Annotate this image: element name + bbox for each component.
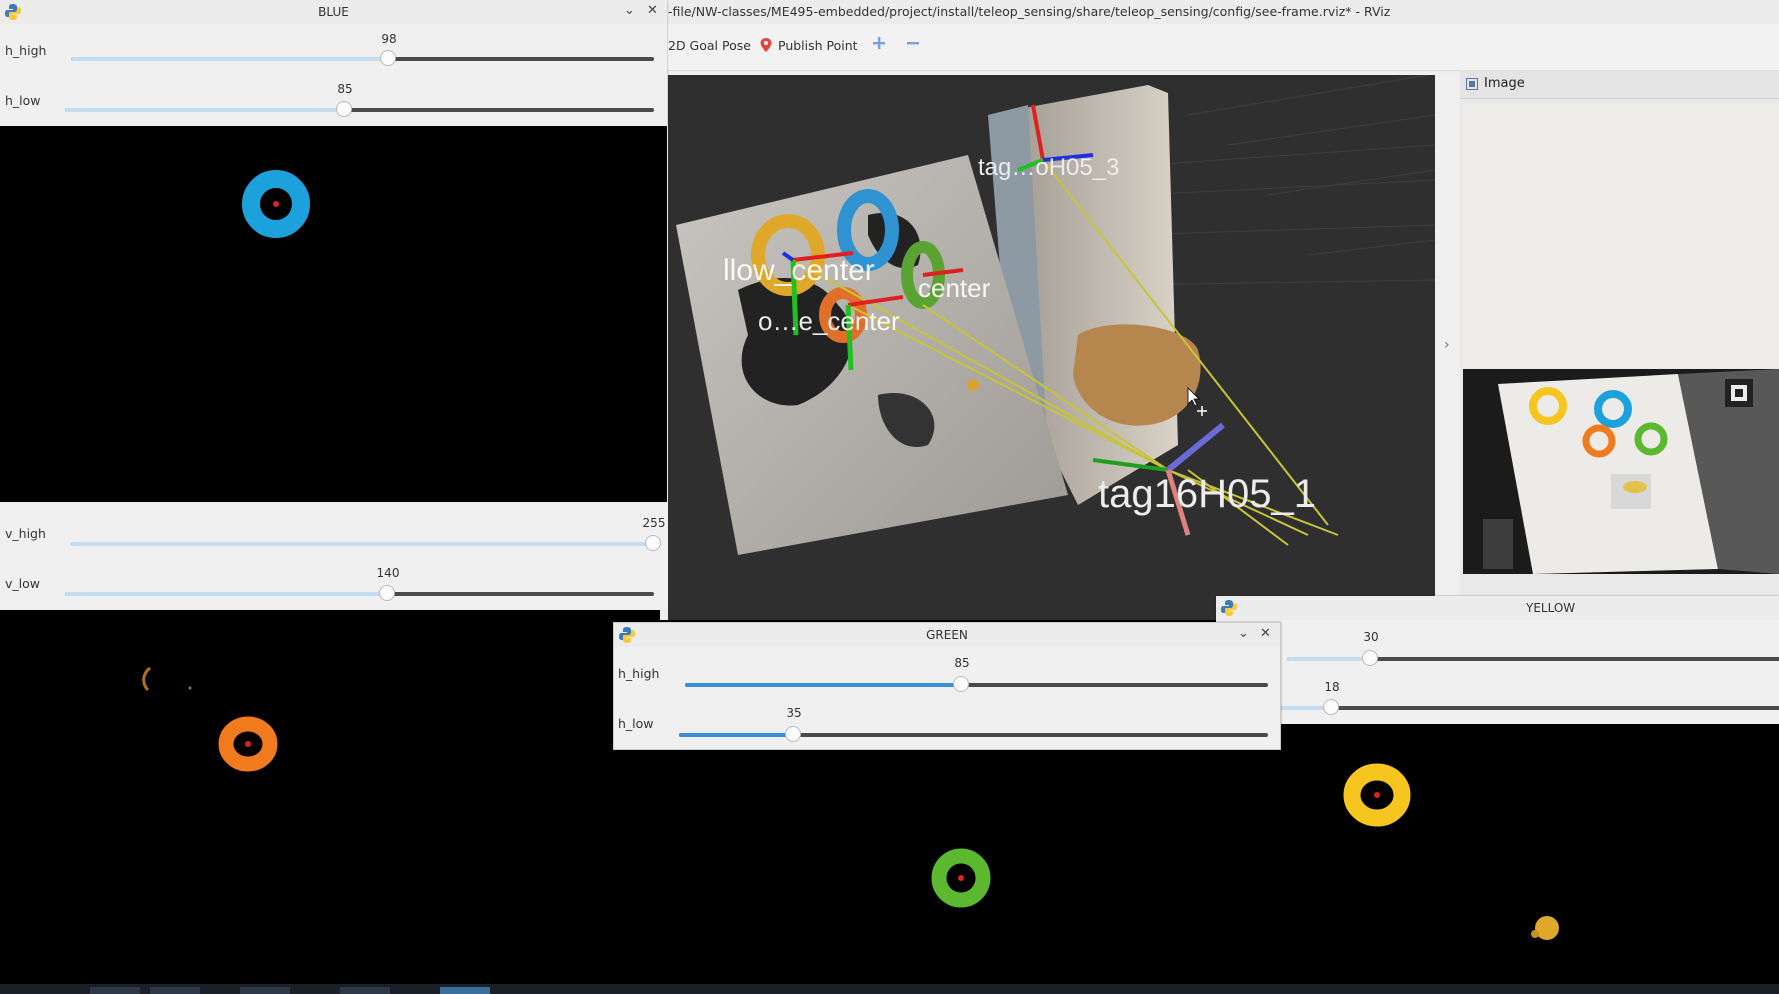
tag1-frame-label: tag16H05_1 (1098, 472, 1316, 516)
h-low-value: 85 (337, 82, 353, 96)
mouse-cursor-icon (1187, 387, 1207, 416)
orange-ring-detection (218, 716, 278, 772)
camera-image-view (1463, 369, 1779, 574)
h-low-slider[interactable] (65, 101, 654, 117)
yellow-noise-blob (1531, 916, 1559, 940)
green-h-low-slider-fill (679, 733, 794, 737)
blue-window-title-bar: BLUE (0, 0, 667, 24)
green-window-title: GREEN (926, 628, 968, 642)
green-h-high-slider-thumb[interactable] (953, 676, 969, 692)
green-h-high-value: 85 (954, 656, 970, 670)
h-high-value: 98 (381, 32, 397, 46)
yellow-h-low-slider-thumb[interactable] (1323, 699, 1339, 715)
taskbar-item[interactable] (340, 987, 390, 994)
v-high-slider-fill (71, 542, 654, 546)
zoom-minus-icon[interactable] (906, 36, 920, 53)
h-high-slider-thumb[interactable] (380, 50, 396, 66)
rviz-window: -file/NW-classes/ME495-embedded/project/… (660, 0, 1779, 620)
green-h-high-label: h_high (618, 666, 660, 681)
v-low-slider-fill (65, 592, 388, 596)
chevron-down-icon[interactable]: ⌄ (624, 3, 635, 18)
green-h-high-slider[interactable] (685, 676, 1268, 692)
chevron-down-icon[interactable]: ⌄ (1238, 626, 1249, 641)
yellow-window-title: YELLOW (1526, 601, 1576, 615)
publish-point-pin-icon (760, 38, 772, 52)
blue-trackbar-window: BLUE ⌄ ✕ h_high 98 h_low 85 (0, 0, 667, 126)
close-icon[interactable]: ✕ (647, 3, 658, 18)
rviz-3d-viewport[interactable]: tag…oH05_3 llow_center center o…e_center… (668, 75, 1435, 620)
yellow-center-frame-label: llow_center (723, 254, 875, 287)
v-high-slider[interactable] (71, 535, 661, 551)
h-low-slider-fill (65, 108, 345, 112)
yellow-h-high-value: 30 (1363, 630, 1379, 644)
orange-noise-speck (142, 666, 192, 692)
h-high-slider[interactable] (71, 50, 654, 66)
green-trackbar-window: GREEN ⌄ ✕ h_high 85 h_low 35 (613, 622, 1281, 750)
h-high-label: h_high (5, 43, 47, 58)
yellow-h-high-slider-thumb[interactable] (1362, 650, 1378, 666)
rviz-title-text: -file/NW-classes/ME495-embedded/project/… (668, 4, 1391, 19)
green-h-low-slider[interactable] (679, 726, 1268, 742)
collapse-arrow-icon[interactable]: › (1444, 337, 1450, 353)
orange-center-frame-label: o…e_center (758, 306, 900, 336)
v-high-value: 255 (642, 516, 666, 530)
green-h-high-slider-fill (685, 683, 962, 687)
taskbar-item-active[interactable] (440, 987, 490, 994)
taskbar-item[interactable] (150, 987, 200, 994)
green-center-frame-label: center (918, 273, 991, 303)
python-logo-icon (1221, 600, 1237, 616)
v-low-label: v_low (5, 576, 40, 591)
green-h-low-slider-thumb[interactable] (785, 726, 801, 742)
python-logo-icon (619, 627, 635, 643)
yellow-h-high-slider[interactable] (1287, 650, 1779, 666)
image-display-panel: Image (1460, 70, 1779, 620)
yellow-h-low-value: 18 (1324, 680, 1340, 694)
blue-window-title: BLUE (318, 5, 349, 19)
goal-pose-tool-button[interactable]: 2D Goal Pose (668, 38, 751, 53)
v-low-slider-thumb[interactable] (379, 585, 395, 601)
green-ring-detection (931, 848, 991, 908)
python-logo-icon (5, 4, 21, 20)
yellow-ring-detection (1343, 763, 1411, 827)
v-low-slider[interactable] (65, 585, 654, 601)
image-panel-header: Image (1460, 70, 1779, 99)
green-h-low-label: h_low (618, 716, 654, 731)
rviz-toolbar: 2D Goal Pose Publish Point (660, 24, 1779, 71)
v-low-value: 140 (376, 566, 400, 580)
zoom-plus-icon[interactable] (872, 36, 886, 53)
blue-ring-detection (242, 170, 310, 238)
publish-point-tool-button[interactable]: Publish Point (760, 38, 858, 53)
yellow-h-low-slider[interactable] (1281, 699, 1779, 715)
rviz-title-bar: -file/NW-classes/ME495-embedded/project/… (660, 0, 1779, 24)
h-high-slider-fill (71, 57, 389, 61)
image-panel-icon (1466, 78, 1478, 90)
publish-point-label: Publish Point (778, 38, 858, 53)
close-icon[interactable]: ✕ (1260, 626, 1271, 641)
h-low-label: h_low (5, 93, 41, 108)
image-panel-empty-area (1463, 104, 1779, 368)
tag3-frame-label: tag…oH05_3 (978, 154, 1119, 181)
blue-value-sliders: v_high 255 v_low 140 (0, 502, 667, 610)
point-cloud-scene: tag…oH05_3 llow_center center o…e_center… (676, 75, 1435, 555)
yellow-window-title-bar: YELLOW (1216, 596, 1779, 620)
green-h-low-value: 35 (786, 706, 802, 720)
taskbar-item[interactable] (90, 987, 140, 994)
panel-splitter[interactable]: › (1439, 75, 1457, 620)
h-low-slider-thumb[interactable] (336, 101, 352, 117)
yellow-h-high-slider-fill (1287, 657, 1371, 661)
v-high-slider-thumb[interactable] (645, 535, 661, 551)
blue-mask-view (0, 126, 667, 502)
yellow-trackbar-window: YELLOW 30 18 (1216, 596, 1779, 724)
v-high-label: v_high (5, 526, 46, 541)
green-window-title-bar: GREEN (614, 623, 1280, 647)
image-panel-title: Image (1484, 76, 1525, 91)
taskbar-item[interactable] (240, 987, 290, 994)
